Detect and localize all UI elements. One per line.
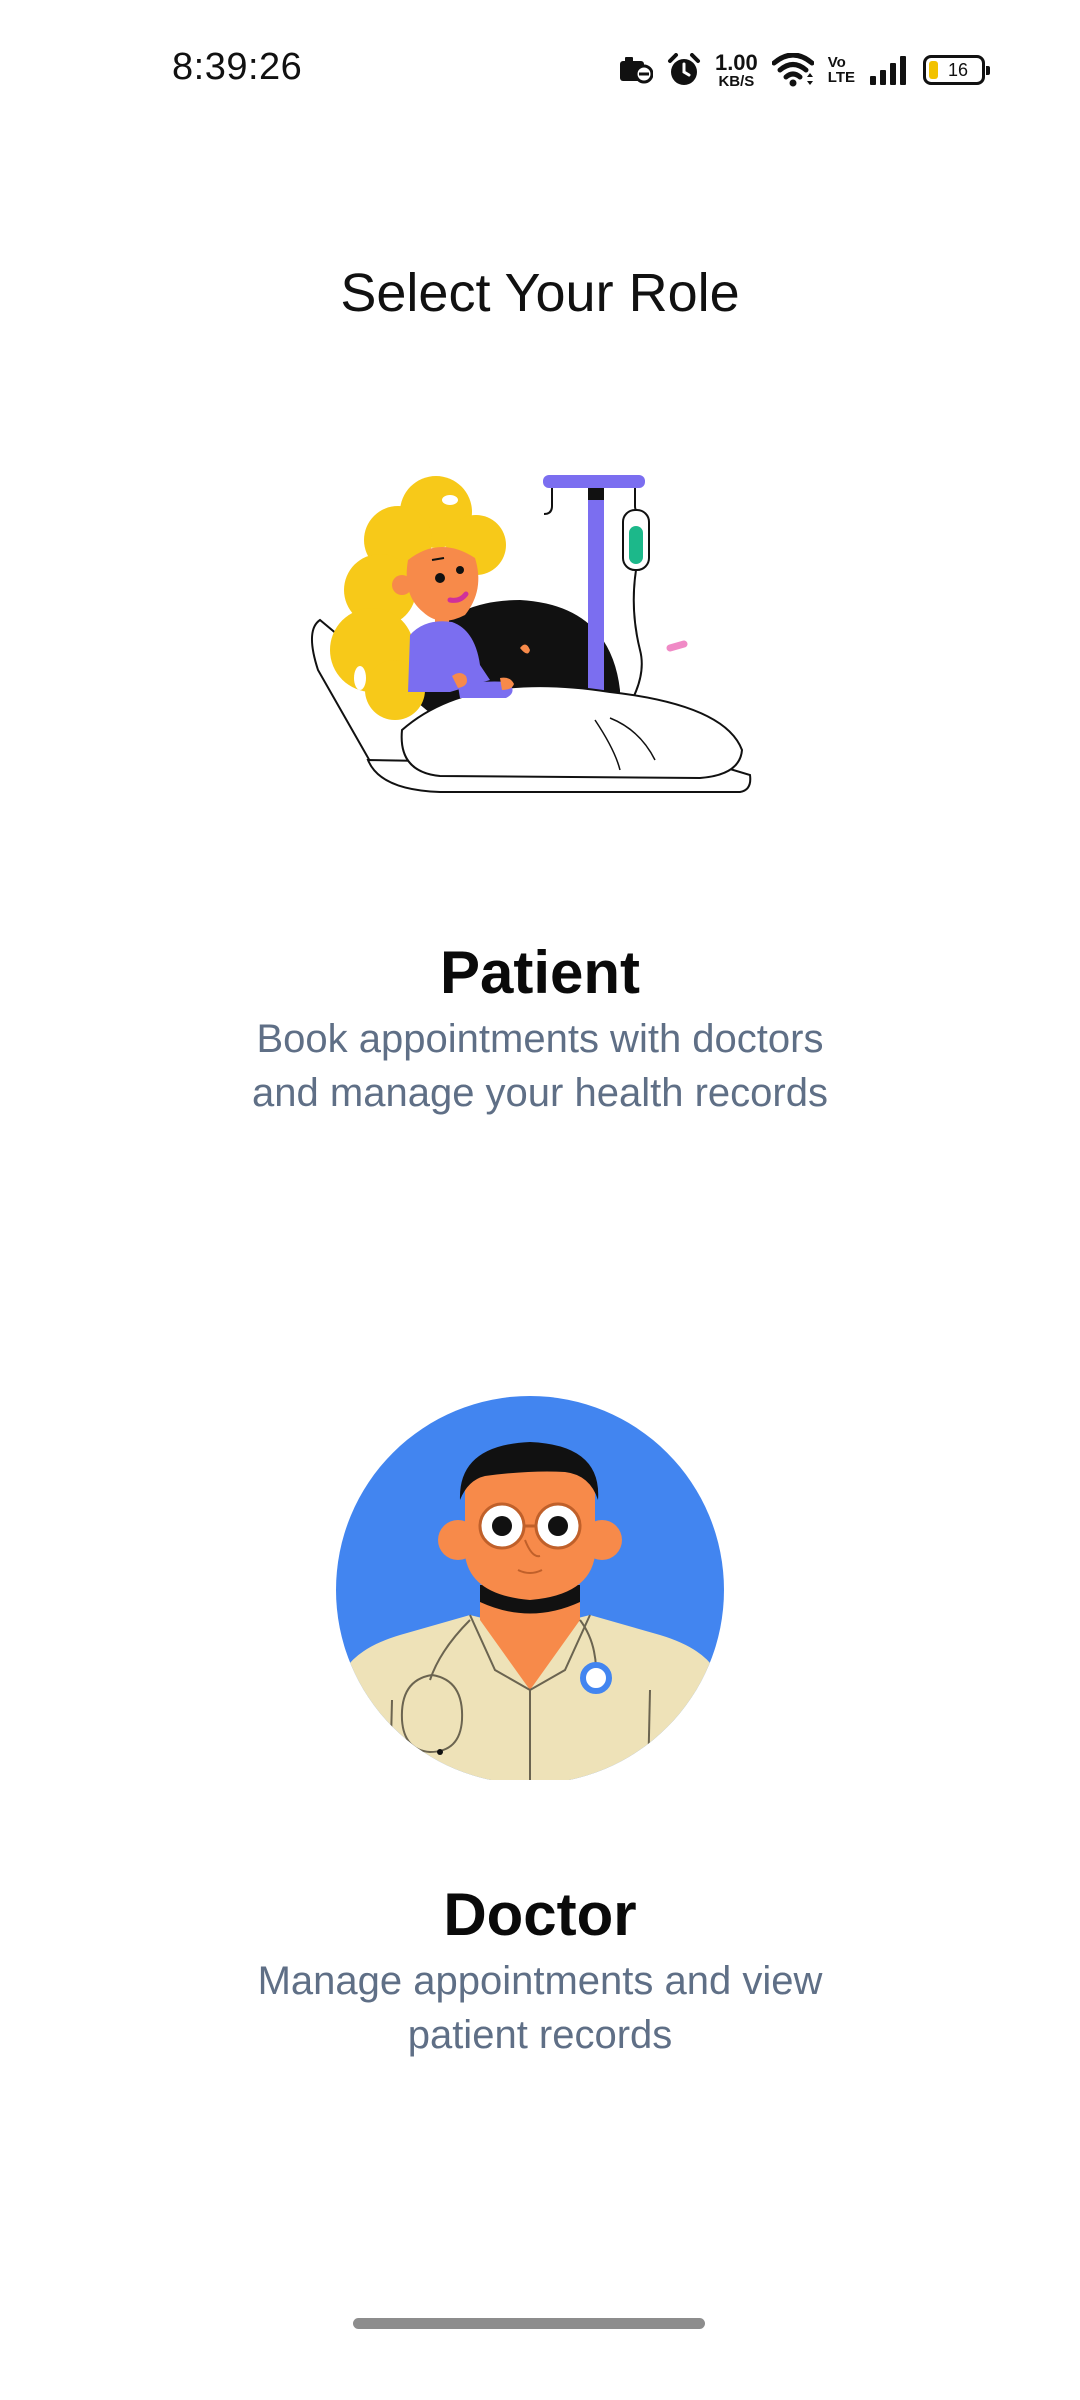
battery-icon: 16 bbox=[923, 55, 990, 85]
role-description: Book appointments with doctors and manag… bbox=[140, 1012, 940, 1120]
home-indicator[interactable] bbox=[353, 2318, 705, 2329]
role-description: Manage appointments and view patient rec… bbox=[140, 1954, 940, 2062]
camera-off-icon bbox=[619, 57, 653, 84]
role-card-doctor[interactable]: Doctor Manage appointments and view pati… bbox=[140, 1380, 940, 2100]
role-description-line: and manage your health records bbox=[252, 1071, 828, 1115]
network-speed-value: 1.00 bbox=[714, 49, 758, 75]
wifi-icon bbox=[771, 53, 814, 87]
volte-indicator: Vo LTE bbox=[828, 55, 855, 85]
battery-level: 16 bbox=[947, 59, 969, 80]
role-title: Doctor bbox=[443, 1881, 637, 1948]
role-title: Patient bbox=[439, 939, 641, 1006]
doctor-avatar-illustration bbox=[336, 1396, 724, 1780]
volte-top: Vo bbox=[827, 54, 846, 71]
status-bar: 8:39:26 1.00 KB/S Vo LTE 16 bbox=[0, 0, 1080, 140]
patient-in-bed-illustration bbox=[311, 475, 752, 793]
role-description-line: Book appointments with doctors bbox=[256, 1017, 824, 1061]
role-description-line: Manage appointments and view bbox=[257, 1959, 823, 2003]
signal-icon bbox=[870, 56, 906, 85]
volte-bottom: LTE bbox=[827, 69, 855, 86]
status-time: 8:39:26 bbox=[172, 46, 303, 88]
page-title: Select Your Role bbox=[340, 263, 740, 323]
role-card-patient[interactable]: Patient Book appointments with doctors a… bbox=[140, 430, 940, 1150]
alarm-icon bbox=[667, 53, 700, 85]
network-speed: 1.00 KB/S bbox=[714, 49, 758, 90]
status-icons: 1.00 KB/S Vo LTE 16 bbox=[619, 48, 990, 92]
network-speed-unit: KB/S bbox=[718, 72, 755, 90]
role-description-line: patient records bbox=[407, 2013, 673, 2057]
